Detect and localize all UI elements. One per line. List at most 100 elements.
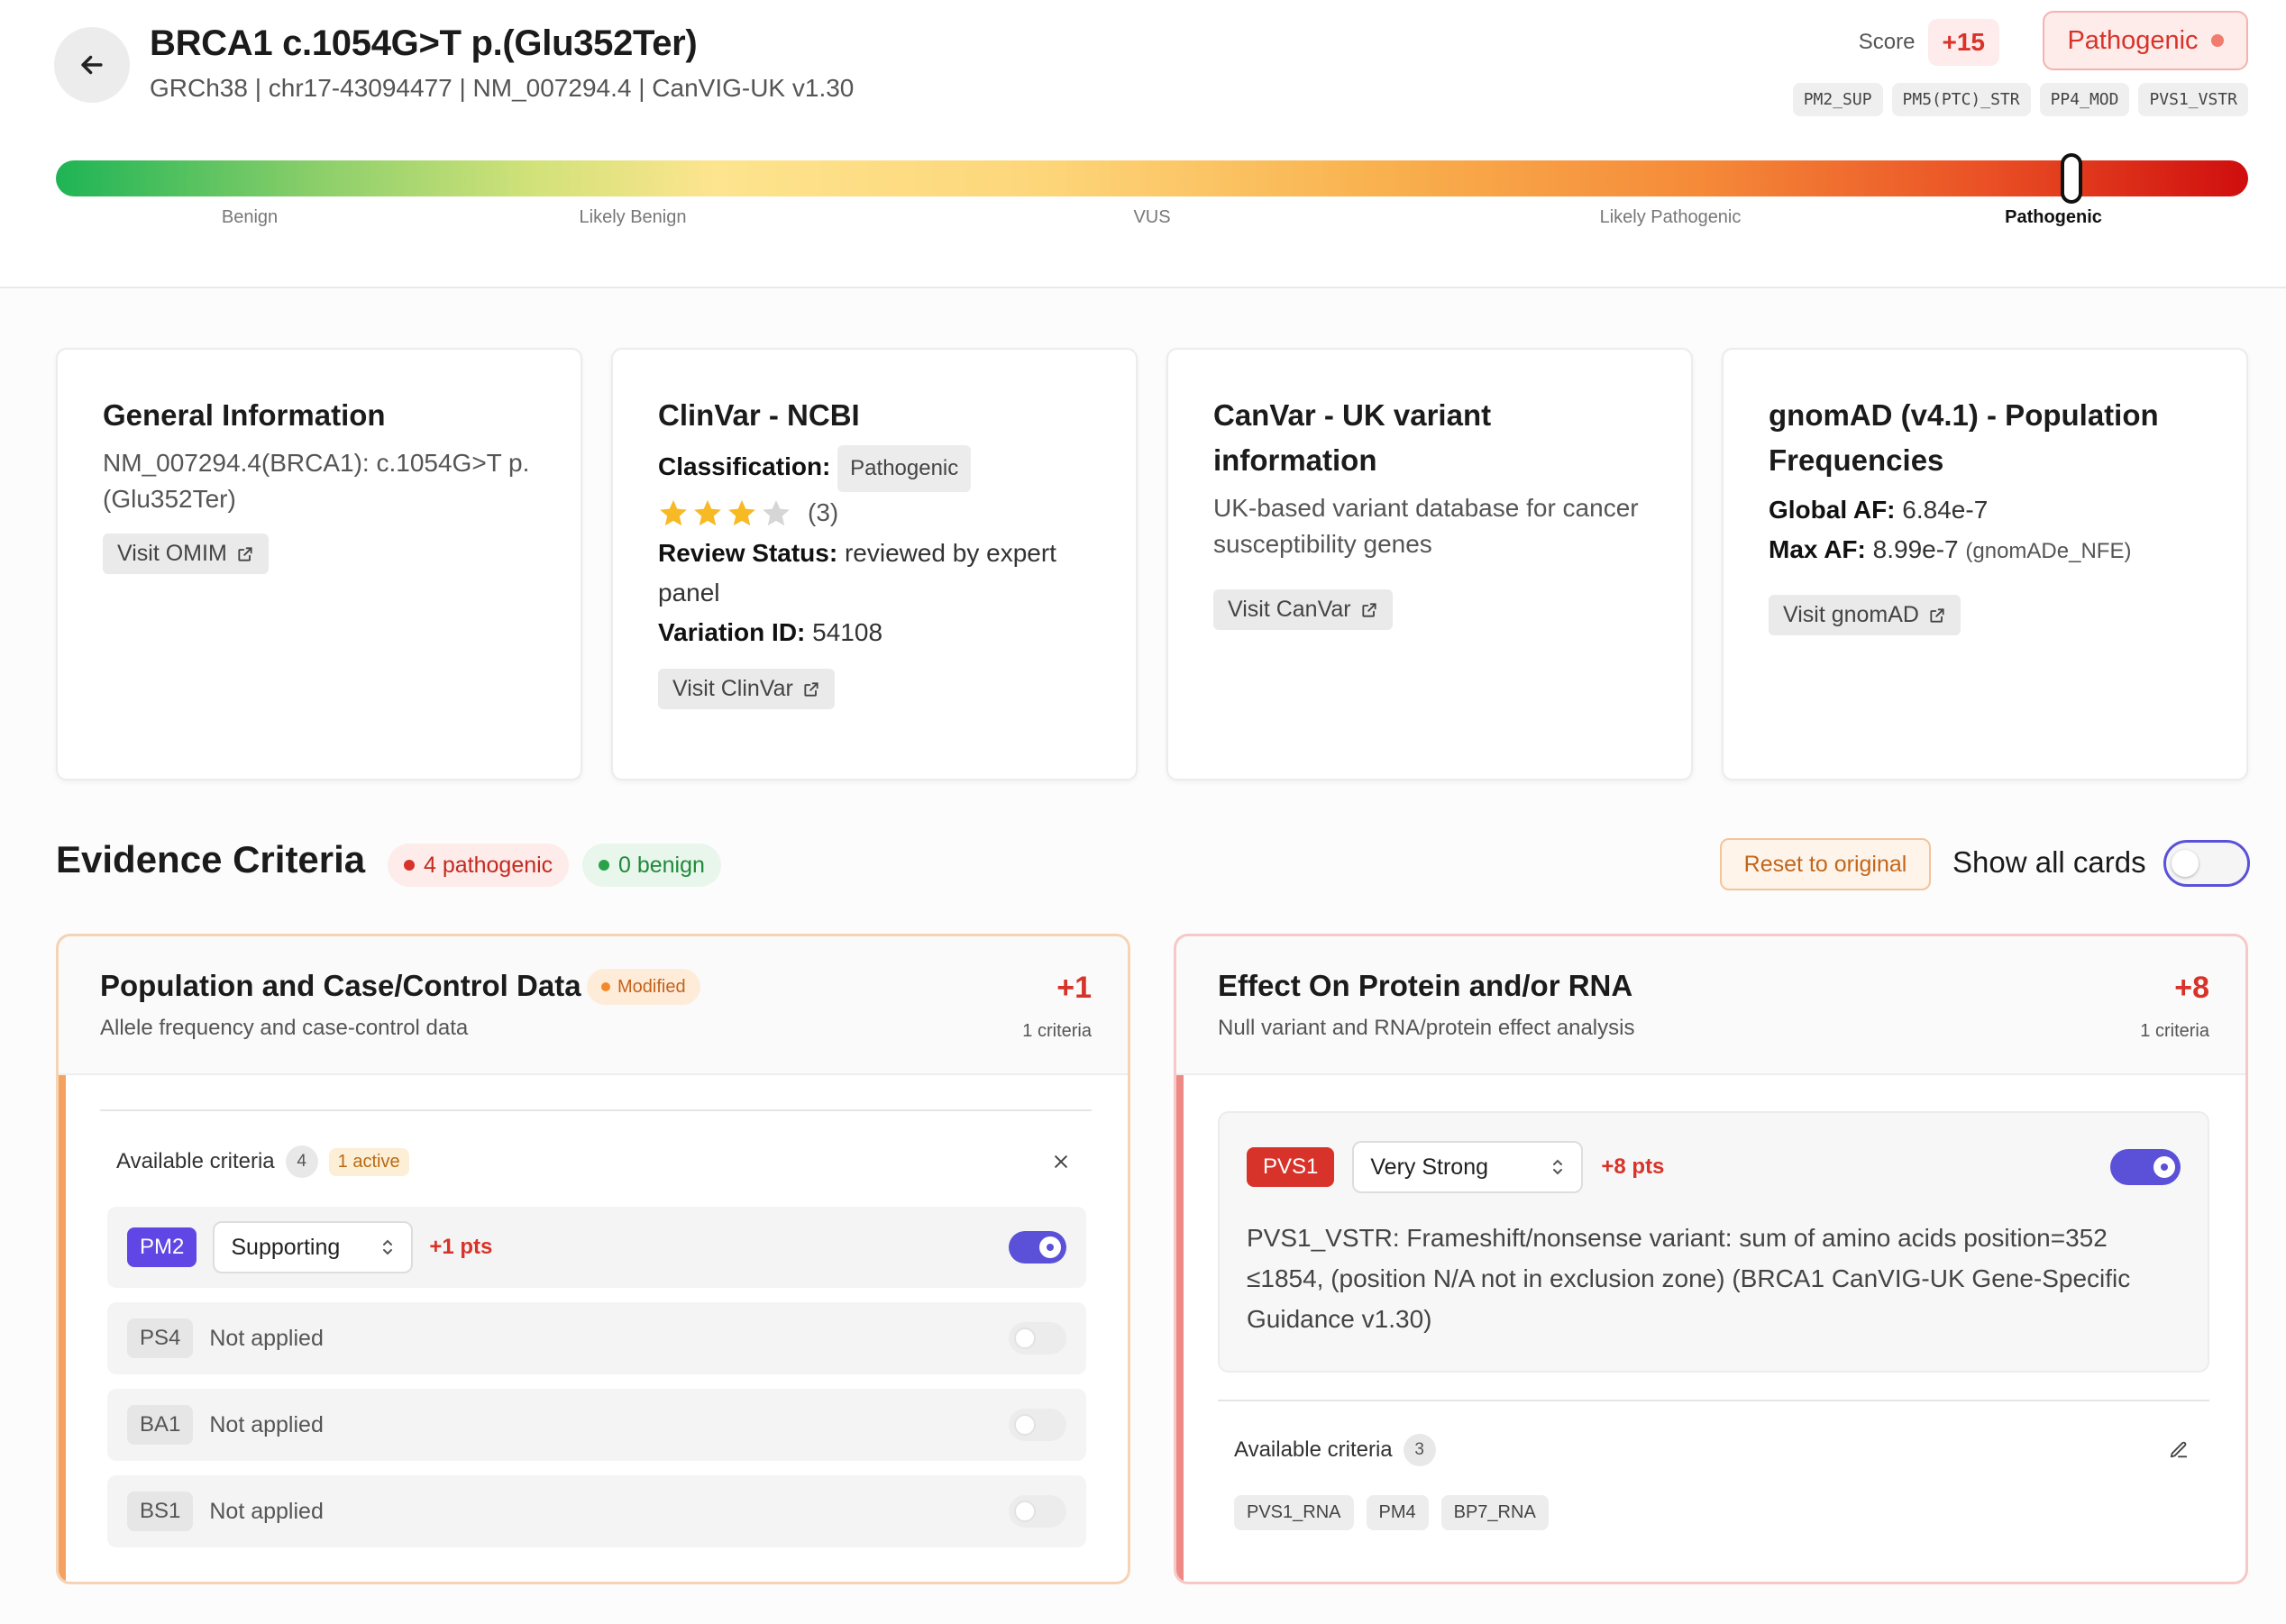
divider — [100, 1109, 1092, 1111]
panel-criteria-count: 1 criteria — [2140, 1021, 2209, 1041]
visit-omim-button[interactable]: Visit OMIM — [103, 534, 269, 574]
variation-id-value: 54108 — [812, 618, 883, 646]
edit-button[interactable] — [2163, 1434, 2195, 1466]
strength-value: Supporting — [231, 1234, 341, 1260]
panel-header[interactable]: Effect On Protein and/or RNA Null varian… — [1176, 936, 2245, 1075]
back-button[interactable] — [54, 27, 130, 103]
pathogenic-count-label: 4 pathogenic — [424, 852, 553, 878]
review-status-label: Review Status: — [658, 539, 838, 567]
pathogenic-count-badge: 4 pathogenic — [388, 844, 570, 887]
global-af-row: Global AF: 6.84e-7 — [1769, 490, 2201, 530]
available-criterion-tag[interactable]: BP7_RNA — [1440, 1495, 1549, 1530]
scale-label-likely-pathogenic: Likely Pathogenic — [1599, 207, 1742, 227]
criteria-tag: PM2_SUP — [1792, 83, 1883, 116]
modified-badge: Modified — [587, 969, 700, 1005]
canvar-description: UK-based variant database for cancer sus… — [1213, 494, 1639, 558]
page-title: BRCA1 c.1054G>T p.(Glu352Ter) — [150, 23, 698, 63]
review-stars: (3) — [658, 497, 1091, 528]
visit-canvar-button[interactable]: Visit CanVar — [1213, 589, 1393, 630]
close-icon — [1055, 1155, 1067, 1168]
panel-title: Effect On Protein and/or RNA — [1218, 969, 1633, 1002]
available-criteria-label: Available criteria — [116, 1149, 275, 1173]
variant-header: BRCA1 c.1054G>T p.(Glu352Ter) GRCh38 | c… — [0, 0, 2286, 288]
variant-subtitle: GRCh38 | chr17-43094477 | NM_007294.4 | … — [150, 74, 855, 102]
external-link-icon — [238, 546, 252, 561]
criterion-points: +8 pts — [1601, 1154, 1665, 1179]
max-af-label: Max AF: — [1769, 535, 1866, 563]
button-label: Visit OMIM — [117, 541, 227, 566]
chevron-updown-icon — [383, 1239, 393, 1255]
divider — [1218, 1400, 2209, 1401]
strength-select[interactable]: Very Strong — [1352, 1141, 1584, 1193]
close-button[interactable] — [1045, 1145, 1077, 1178]
score-display: Score +15 — [1859, 16, 1999, 68]
button-label: Visit ClinVar — [672, 676, 793, 701]
classification-label: Classification: — [658, 452, 831, 480]
toggle-knob — [2172, 850, 2199, 877]
criterion-row-bs1: BS1 Not applied — [107, 1475, 1086, 1547]
panel-score: +1 — [1056, 971, 1092, 1005]
protein-effect-panel: Effect On Protein and/or RNA Null varian… — [1174, 934, 2248, 1584]
criterion-toggle[interactable] — [1009, 1231, 1066, 1264]
criterion-row-ps4: PS4 Not applied — [107, 1302, 1086, 1374]
show-all-cards-toggle[interactable] — [2163, 840, 2250, 887]
criterion-row-pm2: PM2 Supporting +1 pts — [107, 1207, 1086, 1288]
population-data-panel: Population and Case/Control Data Modifie… — [56, 934, 1130, 1584]
toggle-knob — [1014, 1501, 1036, 1522]
classification-chip: Pathogenic — [837, 445, 972, 492]
evidence-criteria-title: Evidence Criteria — [56, 838, 366, 880]
reset-to-original-button[interactable]: Reset to original — [1720, 838, 1931, 890]
criteria-tag: PM5(PTC)_STR — [1891, 83, 2031, 116]
status-dot-icon — [404, 860, 415, 871]
general-information-card: General Information NM_007294.4(BRCA1): … — [56, 348, 582, 780]
panel-header[interactable]: Population and Case/Control Data Modifie… — [59, 936, 1128, 1075]
criteria-tag: PVS1_VSTR — [2138, 83, 2248, 116]
criterion-code: PVS1 — [1247, 1147, 1335, 1187]
button-label: Visit gnomAD — [1783, 602, 1919, 627]
max-af-population: (gnomADe_NFE) — [1965, 539, 2132, 563]
criterion-toggle[interactable] — [1009, 1322, 1066, 1355]
criterion-toggle[interactable] — [1009, 1409, 1066, 1441]
available-criterion-tag[interactable]: PVS1_RNA — [1234, 1495, 1354, 1530]
panel-subtitle: Allele frequency and case-control data — [100, 1016, 469, 1040]
panel-score: +8 — [2174, 971, 2209, 1005]
status-dot-icon — [601, 982, 610, 991]
criteria-tags: PM2_SUP PM5(PTC)_STR PP4_MOD PVS1_VSTR — [1792, 83, 2248, 116]
card-title: gnomAD (v4.1) - Population Frequencies — [1769, 398, 2159, 477]
classification-badge: Pathogenic — [2043, 11, 2248, 70]
variation-id-label: Variation ID: — [658, 618, 806, 646]
criteria-tag: PP4_MOD — [2039, 83, 2130, 116]
criterion-status: Not applied — [209, 1411, 324, 1437]
toggle-knob — [1039, 1236, 1061, 1258]
visit-clinvar-button[interactable]: Visit ClinVar — [658, 669, 835, 709]
classification-scale-bar — [56, 160, 2248, 196]
panel-criteria-count: 1 criteria — [1022, 1021, 1092, 1041]
available-criterion-tag[interactable]: PM4 — [1366, 1495, 1429, 1530]
available-count: 3 — [1403, 1434, 1436, 1466]
criterion-card-pvs1: PVS1 Very Strong +8 pts PVS1_VSTR: Frame… — [1218, 1111, 2209, 1373]
visit-gnomad-button[interactable]: Visit gnomAD — [1769, 595, 1961, 635]
edit-icon — [2170, 1441, 2188, 1458]
strength-select[interactable]: Supporting — [213, 1221, 414, 1273]
criterion-status: Not applied — [209, 1498, 324, 1524]
scale-label-likely-benign: Likely Benign — [579, 207, 687, 227]
strength-value: Very Strong — [1370, 1154, 1489, 1180]
benign-count-label: 0 benign — [618, 852, 705, 878]
scale-label-pathogenic: Pathogenic — [2005, 207, 2102, 227]
criterion-code: PS4 — [127, 1318, 194, 1358]
criterion-toggle[interactable] — [1009, 1495, 1066, 1528]
clinvar-card: ClinVar - NCBI Classification: Pathogeni… — [611, 348, 1138, 780]
benign-count-badge: 0 benign — [582, 844, 721, 887]
criterion-toggle[interactable] — [2110, 1149, 2181, 1185]
star-count: (3) — [808, 498, 839, 526]
gnomad-card: gnomAD (v4.1) - Population Frequencies G… — [1722, 348, 2248, 780]
toggle-knob — [1014, 1414, 1036, 1436]
criterion-code: BA1 — [127, 1405, 194, 1445]
external-link-icon — [1930, 607, 1944, 623]
global-af-label: Global AF: — [1769, 496, 1896, 524]
show-all-cards-label: Show all cards — [1952, 845, 2146, 879]
button-label: Visit CanVar — [1228, 597, 1351, 622]
variation-id-row: Variation ID: 54108 — [658, 613, 1091, 652]
criterion-code: BS1 — [127, 1492, 194, 1531]
classification-label: Pathogenic — [2067, 25, 2199, 55]
